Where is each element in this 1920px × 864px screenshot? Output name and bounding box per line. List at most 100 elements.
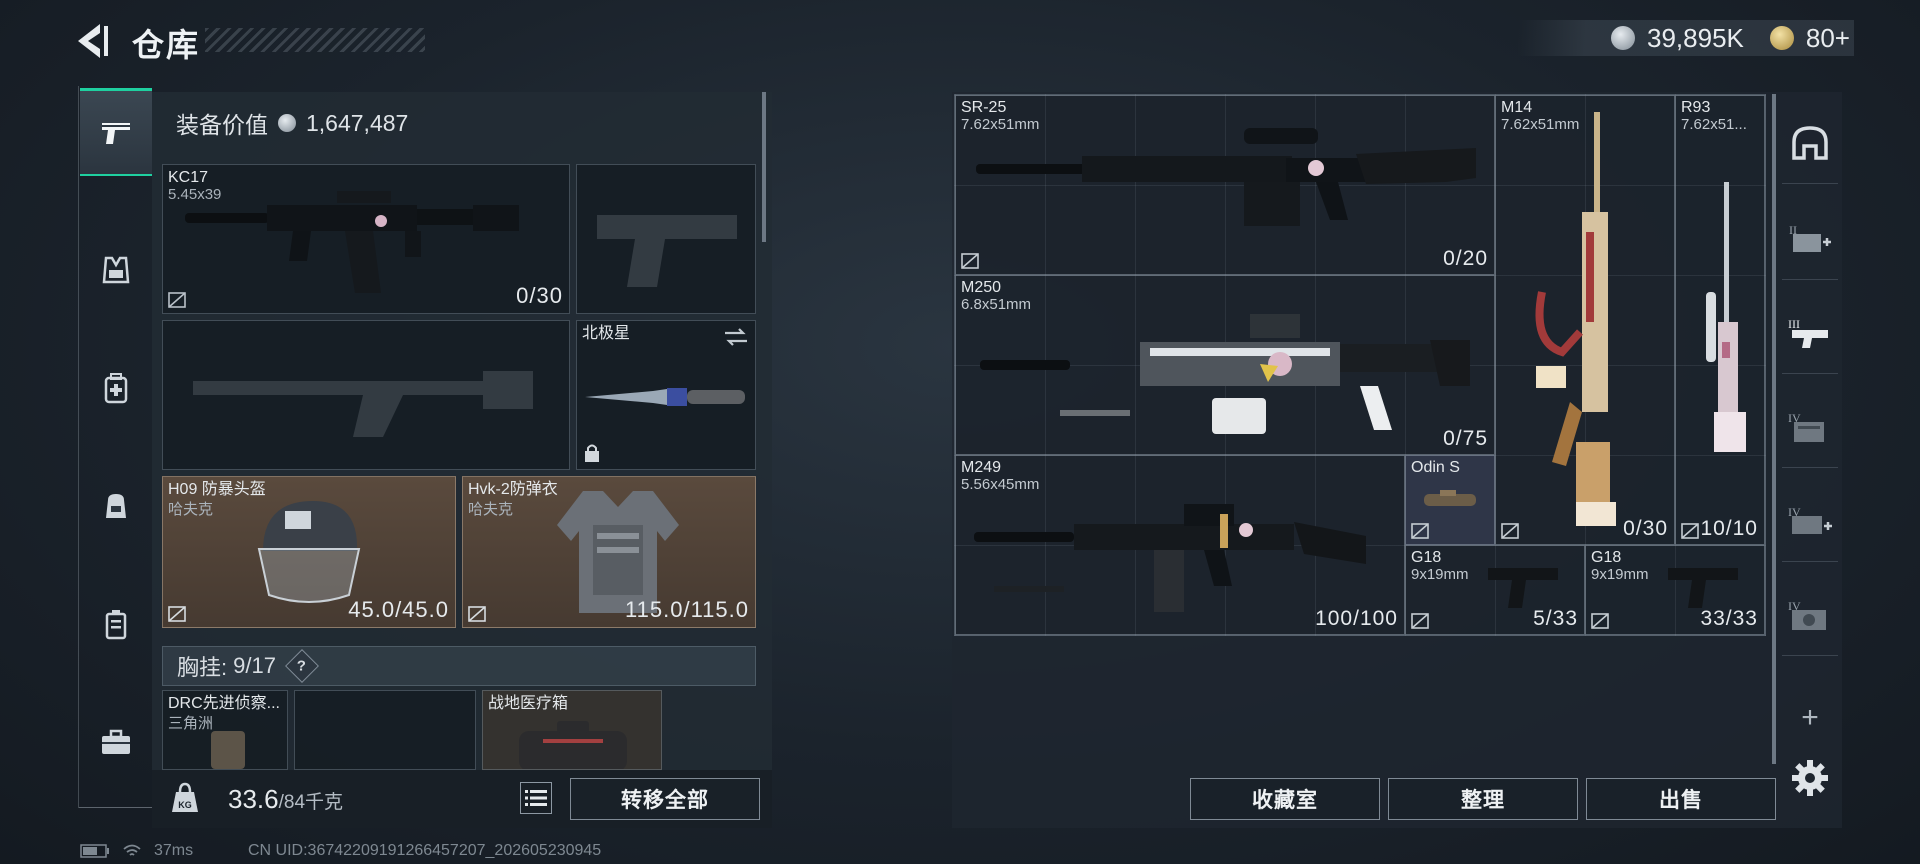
pistol-placeholder-icon [597,215,737,287]
vest-icon [102,256,130,284]
silver-coin-icon [1611,26,1636,50]
loadout-scrollbar[interactable] [762,92,766,242]
tab-vest[interactable] [80,226,152,314]
item-name: M250 [961,279,1002,296]
stash-item-m250[interactable]: M250 6.8x51mm 0/75 [955,275,1495,455]
body-armor-slot[interactable]: Hvk-2防弹衣 哈夫克 115.0/115.0 [462,476,756,628]
item-ammo: 100/100 [1315,607,1398,630]
pistol-slot[interactable] [576,164,756,314]
collection-room-button[interactable]: 收藏室 [1190,778,1380,820]
no-insure-icon [468,606,486,622]
weight-max: /84千克 [278,792,344,813]
item-name: G18 [1411,549,1442,566]
no-insure-icon [1591,613,1609,629]
no-insure-icon [1501,523,1519,539]
battery-icon [80,844,109,858]
loadout-value: 装备价值 1,647,487 [176,106,408,140]
helmet-slot[interactable]: H09 防暴头盔 哈夫克 45.0/45.0 [162,476,456,628]
helmet-durability: 45.0/45.0 [348,597,449,622]
stash-item-g18[interactable]: G18 9x19mm 5/33 [1405,545,1585,635]
item-caliber: 9x19mm [1591,566,1649,583]
item-name: G18 [1591,549,1622,566]
backpack-medic-icon [104,373,128,404]
list-view-button[interactable] [520,782,552,814]
no-insure-icon [168,292,186,308]
shelter-icon [1792,125,1828,160]
back-arrow-icon [78,24,108,58]
tab-case[interactable] [80,580,152,668]
loadout-value-amount: 1,647,487 [306,109,409,136]
item-ammo: 0/30 [1623,517,1668,540]
swap-icon[interactable] [723,327,749,347]
tab-stash-2[interactable]: II [1782,196,1838,280]
rig-empty-slot[interactable] [294,690,476,770]
stash-item-r93[interactable]: R93 7.62x51... 10/10 [1675,95,1765,545]
lock-icon [585,444,599,462]
transfer-all-button[interactable]: 转移全部 [570,778,760,820]
case-icon [105,610,127,640]
no-insure-icon [1681,523,1699,539]
tab-weapons[interactable] [80,88,152,176]
item-ammo: 10/10 [1700,517,1758,540]
chest-rig-capacity: 9/17 [233,653,276,678]
rig-item[interactable]: DRC先进侦察... 三角洲 [162,690,288,770]
sniper-rifle-image [1706,182,1746,452]
add-stash-tab-button[interactable]: + [1782,676,1838,760]
stash-item-m249[interactable]: M249 5.56x45mm 100/100 [955,455,1405,635]
machine-gun-image [980,314,1470,434]
item-ammo: 33/33 [1700,607,1758,630]
status-bar: 37ms [80,842,193,860]
tab-medic-backpack[interactable] [80,344,152,432]
primary-weapon-slot[interactable]: KC17 5.45x39 0/30 [162,164,570,314]
weapon-ammo: 0/30 [516,283,563,308]
tier-4-medkit-icon: IV [1788,505,1832,534]
stash-item-sr25[interactable]: SR-25 7.62x51mm 0/20 [955,95,1495,275]
help-icon: ? [297,657,307,675]
helmet-image [257,501,361,603]
user-uid: CN UID:36742209191266457207_202605230945 [248,842,602,859]
rifle-image [1535,112,1616,526]
stash-item-m14[interactable]: M14 7.62x51mm 0/30 [1495,95,1675,545]
page-title: 仓库 [132,27,201,63]
ping-value: 37ms [154,842,194,859]
stash-item-odin-s[interactable]: Odin S [1405,455,1495,545]
sell-button[interactable]: 出售 [1586,778,1776,820]
currency-bar: 39,895K 80+ [1518,20,1854,56]
tab-stash-4a[interactable]: IV [1782,384,1838,468]
back-button[interactable] [70,20,116,62]
item-name: Odin S [1411,459,1460,476]
armor-brand: 哈夫克 [468,501,514,518]
tab-stash-4c[interactable]: IV [1782,572,1838,656]
rifle-image [976,128,1476,226]
gold-coin-icon [1769,26,1794,50]
weight-icon: KG [172,782,198,812]
stash-item-g18[interactable]: G18 9x19mm 33/33 [1585,545,1765,635]
tab-stash-4b[interactable]: IV [1782,478,1838,562]
sort-button[interactable]: 整理 [1388,778,1578,820]
tier-3-weapon-icon: III [1788,317,1828,348]
list-icon [525,790,547,806]
tab-toolbox[interactable] [80,698,152,786]
melee-name: 北极星 [582,325,631,342]
rig-item-image [211,731,245,769]
wifi-icon [123,844,141,856]
weight-readout: 33.6/84千克 [228,784,343,815]
help-button[interactable]: ? [284,649,319,683]
tab-shelter[interactable] [1782,100,1838,184]
melee-slot[interactable]: 北极星 [576,320,756,470]
gear-icon[interactable] [1790,758,1830,798]
silver-currency-amount: 39,895K [1647,22,1744,53]
pistol-icon [102,122,130,144]
machine-gun-image [974,504,1366,612]
no-insure-icon [168,606,186,622]
pistol-image [1668,568,1738,608]
item-caliber: 7.62x51... [1681,116,1747,133]
tab-stash-3[interactable]: III [1782,290,1838,374]
secondary-weapon-slot[interactable] [162,320,570,470]
stash-scrollbar[interactable] [1772,94,1776,764]
tab-backpack[interactable] [80,462,152,550]
rig-item[interactable]: 战地医疗箱 [482,690,662,770]
no-insure-icon [1411,613,1429,629]
item-ammo: 0/20 [1443,247,1488,270]
armor-durability: 115.0/115.0 [625,597,749,622]
